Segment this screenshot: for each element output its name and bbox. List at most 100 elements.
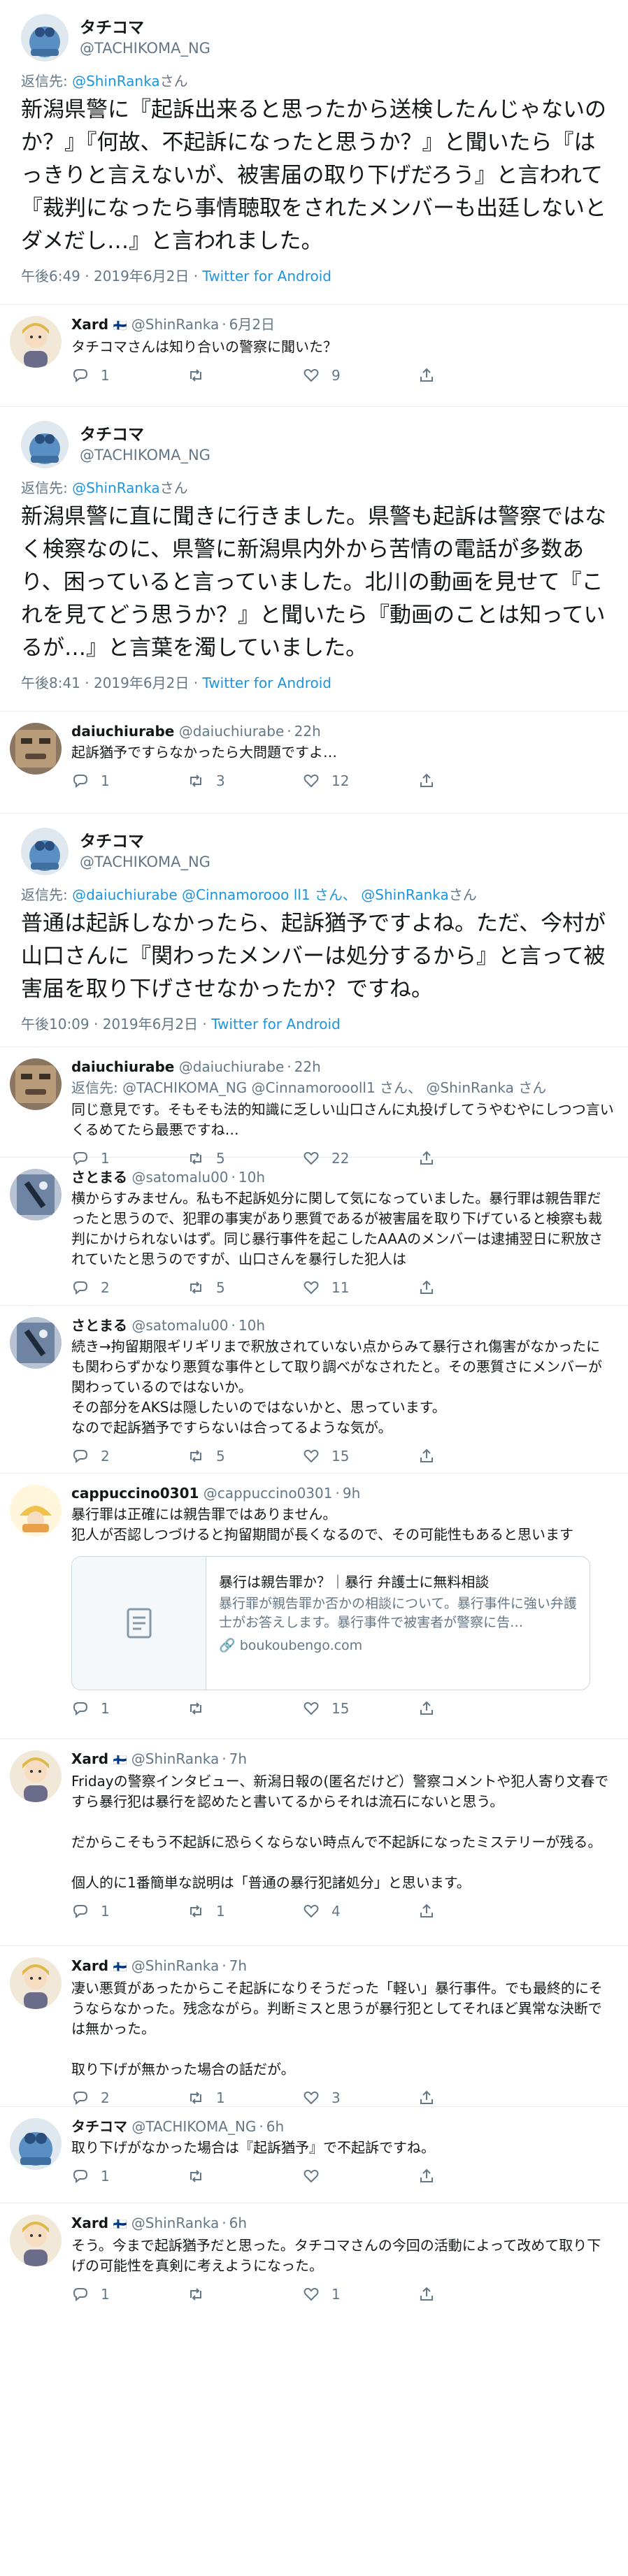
display-name[interactable]: さとまる xyxy=(71,1169,127,1186)
avatar[interactable] xyxy=(10,1485,62,1537)
reply-date[interactable]: 6月2日 xyxy=(229,316,275,333)
display-name[interactable]: Xard xyxy=(71,316,108,333)
reply-button[interactable]: 2 xyxy=(71,1447,187,1465)
reply-tweet[interactable]: さとまる @satomalu00 · 10h 続き→拘留期限ギリギリまで釈放されていな… xyxy=(0,1306,628,1474)
user-handle[interactable]: @daiuchiurabe xyxy=(179,1058,285,1075)
timestamp-text[interactable]: 午後8:41 · 2019年6月2日 · xyxy=(21,675,202,691)
retweet-button[interactable] xyxy=(187,2285,302,2303)
reply-button[interactable]: 1 xyxy=(71,1902,187,1920)
reply-date[interactable]: 7h xyxy=(229,1957,247,1974)
share-button[interactable] xyxy=(418,366,445,384)
avatar[interactable] xyxy=(10,2215,62,2266)
display-name[interactable]: Xard xyxy=(71,2215,108,2231)
share-button[interactable] xyxy=(418,2167,445,2185)
retweet-button[interactable]: 5 xyxy=(187,1279,302,1297)
timestamp-text[interactable]: 午後6:49 · 2019年6月2日 · xyxy=(21,268,202,285)
retweet-button[interactable] xyxy=(187,1699,302,1718)
replying-to[interactable]: 返信先: @TACHIKOMA_NG @Cinnamoroooll1 さん、 @… xyxy=(71,1078,614,1098)
retweet-button[interactable]: 3 xyxy=(187,772,302,790)
reply-date[interactable]: 10h xyxy=(238,1169,265,1186)
source-link[interactable]: Twitter for Android xyxy=(211,1016,341,1032)
user-handle[interactable]: @TACHIKOMA_NG xyxy=(80,38,210,58)
retweet-button[interactable]: 1 xyxy=(187,1902,302,1920)
focal-tweet[interactable]: タチコマ @TACHIKOMA_NG 返信先: @ShinRankaさん 新潟県… xyxy=(0,407,628,712)
focal-tweet[interactable]: タチコマ @TACHIKOMA_NG 返信先: @ShinRankaさん 新潟県… xyxy=(0,0,628,305)
retweet-button[interactable]: 1 xyxy=(187,2089,302,2107)
display-name[interactable]: タチコマ xyxy=(80,17,210,38)
like-button[interactable]: 15 xyxy=(302,1699,418,1718)
user-handle[interactable]: @satomalu00 xyxy=(131,1317,228,1334)
avatar[interactable] xyxy=(10,316,62,368)
source-link[interactable]: Twitter for Android xyxy=(202,675,331,691)
reply-to-link[interactable]: @ShinRanka xyxy=(72,73,159,89)
share-button[interactable] xyxy=(418,1447,445,1465)
like-button[interactable]: 15 xyxy=(302,1447,418,1465)
share-button[interactable] xyxy=(418,1279,445,1297)
like-button[interactable]: 1 xyxy=(302,2285,418,2303)
user-handle[interactable]: @ShinRanka xyxy=(131,2215,219,2231)
display-name[interactable]: daiuchiurabe xyxy=(71,723,174,740)
reply-date[interactable]: 7h xyxy=(229,1750,247,1767)
display-name[interactable]: cappuccino0301 xyxy=(71,1485,199,1502)
timestamp-text[interactable]: 午後10:09 · 2019年6月2日 · xyxy=(21,1016,211,1032)
share-button[interactable] xyxy=(418,2285,445,2303)
avatar[interactable] xyxy=(10,1169,62,1221)
avatar[interactable] xyxy=(10,2118,62,2170)
reply-tweet[interactable]: Xard 🇫🇮 @ShinRanka · 7h Fridayの警察インタビュー、新潟日… xyxy=(0,1739,628,1946)
share-button[interactable] xyxy=(418,2089,445,2107)
user-handle[interactable]: @ShinRanka xyxy=(131,316,219,333)
share-button[interactable] xyxy=(418,772,445,790)
user-handle[interactable]: @TACHIKOMA_NG xyxy=(131,2118,256,2135)
like-button[interactable]: 11 xyxy=(302,1279,418,1297)
avatar[interactable] xyxy=(10,723,62,775)
source-link[interactable]: Twitter for Android xyxy=(202,268,331,285)
like-button[interactable]: 3 xyxy=(302,2089,418,2107)
retweet-button[interactable] xyxy=(187,2167,302,2185)
user-handle[interactable]: @cappuccino0301 xyxy=(204,1485,333,1502)
user-handle[interactable]: @satomalu00 xyxy=(131,1169,228,1186)
like-button[interactable]: 12 xyxy=(302,772,418,790)
reply-tweet[interactable]: daiuchiurabe @daiuchiurabe · 22h 起訴猶予ですらなか… xyxy=(0,712,628,814)
reply-date[interactable]: 6h xyxy=(266,2118,284,2135)
avatar[interactable] xyxy=(21,828,69,875)
like-button[interactable]: 9 xyxy=(302,366,418,384)
display-name[interactable]: タチコマ xyxy=(80,831,210,852)
reply-to-link[interactable]: @ShinRanka xyxy=(72,480,159,496)
reply-button[interactable]: 1 xyxy=(71,1699,187,1718)
reply-date[interactable]: 22h xyxy=(294,723,321,740)
user-handle[interactable]: @ShinRanka xyxy=(131,1957,219,1974)
reply-button[interactable]: 1 xyxy=(71,2285,187,2303)
reply-date[interactable]: 9h xyxy=(343,1485,360,1502)
avatar[interactable] xyxy=(21,421,69,468)
display-name[interactable]: さとまる xyxy=(71,1317,127,1334)
reply-to-link[interactable]: @daiuchiurabe @Cinnamorooo ll1 さん、 @Shin… xyxy=(72,886,449,903)
avatar[interactable] xyxy=(10,1957,62,2009)
avatar[interactable] xyxy=(10,1058,62,1110)
display-name[interactable]: Xard xyxy=(71,1957,108,1974)
reply-tweet[interactable]: Xard 🇫🇮 @ShinRanka · 7h 凄い悪質があったからこそ起訴になりそう… xyxy=(0,1946,628,2107)
share-button[interactable] xyxy=(418,1699,445,1718)
reply-tweet[interactable]: daiuchiurabe @daiuchiurabe · 22h 返信先: @TACH… xyxy=(0,1047,628,1167)
user-handle[interactable]: @ShinRanka xyxy=(131,1750,219,1767)
user-handle[interactable]: @daiuchiurabe xyxy=(179,723,285,740)
like-button[interactable]: 4 xyxy=(302,1902,418,1920)
reply-button[interactable]: 2 xyxy=(71,2089,187,2107)
share-button[interactable] xyxy=(418,1902,445,1920)
reply-tweet[interactable]: Xard 🇫🇮 @ShinRanka · 6h そう。今まで起訴猶予だと思った。タチコ… xyxy=(0,2203,628,2303)
avatar[interactable] xyxy=(10,1750,62,1802)
reply-tweet[interactable]: さとまる @satomalu00 · 10h 横からすみません。私も不起訴処分に関して… xyxy=(0,1158,628,1306)
user-handle[interactable]: @TACHIKOMA_NG xyxy=(80,852,210,872)
reply-button[interactable]: 1 xyxy=(71,772,187,790)
reply-date[interactable]: 22h xyxy=(294,1058,321,1075)
avatar[interactable] xyxy=(21,14,69,62)
reply-date[interactable]: 10h xyxy=(238,1317,265,1334)
link-card[interactable]: 暴行は親告罪か？｜暴行 弁護士に無料相談 暴行罪が親告罪か否かの相談について。暴行… xyxy=(71,1556,590,1690)
reply-button[interactable]: 2 xyxy=(71,1279,187,1297)
reply-button[interactable]: 1 xyxy=(71,2167,187,2185)
focal-tweet[interactable]: タチコマ @TACHIKOMA_NG 返信先: @daiuchiurabe @C… xyxy=(0,814,628,1047)
reply-tweet[interactable]: cappuccino0301 @cappuccino0301 · 9h 暴行罪は正確に… xyxy=(0,1474,628,1739)
retweet-button[interactable] xyxy=(187,366,302,384)
display-name[interactable]: Xard xyxy=(71,1750,108,1767)
reply-tweet[interactable]: タチコマ @TACHIKOMA_NG · 6h 取り下げがなかった場合は『起訴猶予』で… xyxy=(0,2107,628,2203)
reply-date[interactable]: 6h xyxy=(229,2215,247,2231)
